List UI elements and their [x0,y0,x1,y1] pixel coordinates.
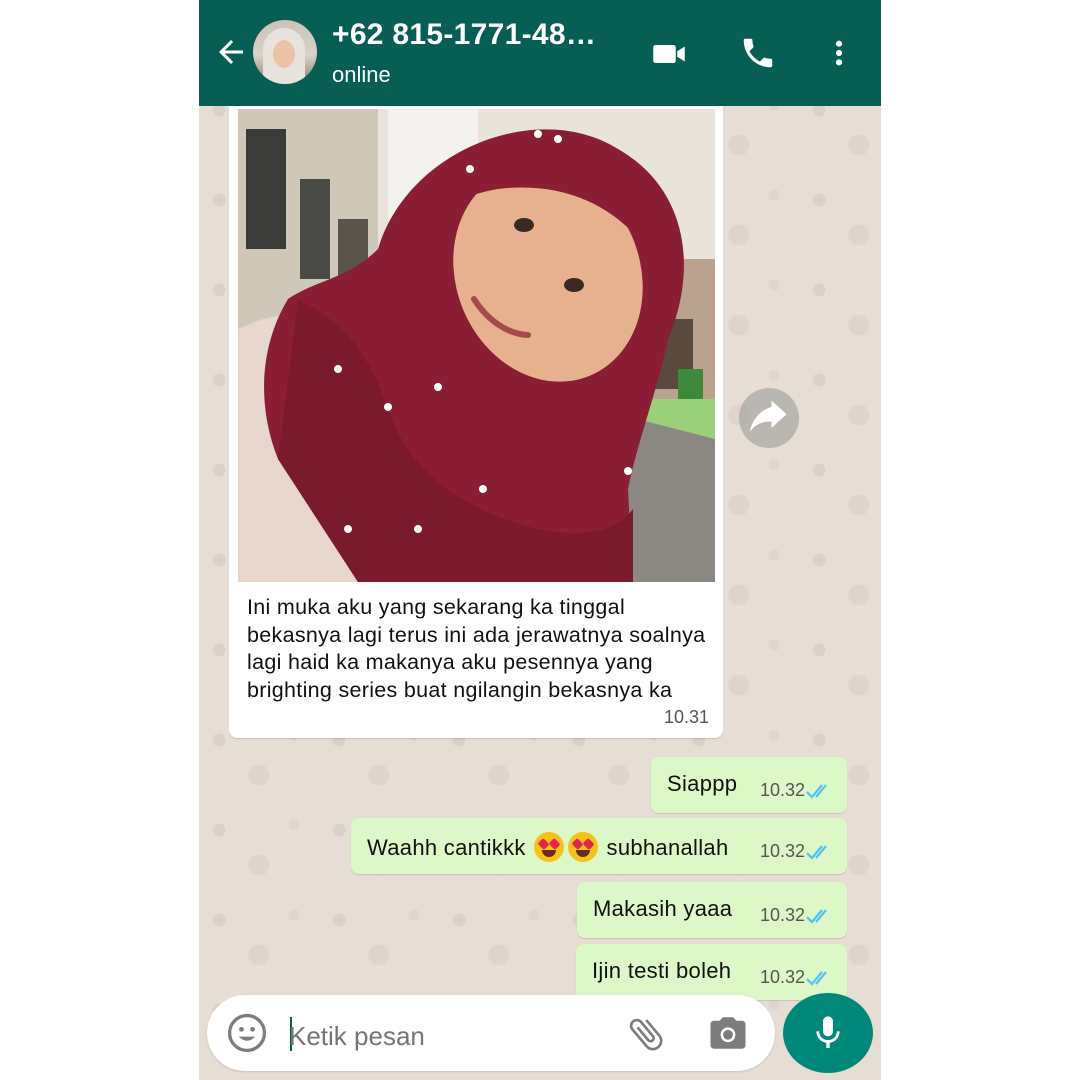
read-receipt-icon [806,784,827,799]
outgoing-message[interactable]: Makasih yaaa 10.32 [577,882,847,938]
message-text: Waahh cantikkk subhanallah [367,832,729,862]
contact-name[interactable]: +62 815-1771-48… [332,18,596,52]
outgoing-message[interactable]: Ijin testi boleh 10.32 [576,944,847,1000]
camera-icon[interactable] [707,1012,749,1054]
microphone-icon [816,1016,840,1048]
forward-button[interactable] [739,388,799,448]
message-time: 10.32 [759,905,805,925]
read-receipt-icon [806,909,827,924]
message-time: 10.32 [759,780,805,800]
outgoing-message[interactable]: Siappp 10.32 [651,757,847,813]
contact-avatar[interactable] [253,20,317,84]
message-text-part: Waahh cantikkk [367,835,526,860]
voice-record-button[interactable] [783,993,873,1073]
phone-call-icon[interactable] [739,34,777,72]
heart-eyes-emoji-icon [534,832,565,862]
message-compose-bar [207,995,775,1071]
message-text: Siappp [667,771,738,796]
message-time: 10.32 [759,967,805,987]
contact-status: online [332,62,391,87]
message-time: 10.31 [663,707,709,727]
read-receipt-icon [806,971,827,986]
read-receipt-icon [806,845,827,860]
message-time: 10.32 [759,841,805,861]
message-text: Makasih yaaa [593,896,733,921]
message-text-part: subhanallah [606,835,729,860]
emoji-icon[interactable] [225,1011,269,1055]
back-arrow-icon[interactable] [213,34,249,70]
chat-screen: +62 815-1771-48… online Ini muka aku yan… [199,0,881,1080]
shared-photo[interactable] [238,109,715,582]
incoming-image-message[interactable]: Ini muka aku yang sekarang ka tinggal be… [229,100,723,738]
heart-eyes-emoji-icon [568,832,599,862]
message-text: Ijin testi boleh [592,958,732,983]
message-input[interactable] [287,1019,611,1053]
chat-header: +62 815-1771-48… online [199,0,881,106]
video-call-icon[interactable] [647,36,691,72]
outgoing-message[interactable]: Waahh cantikkk subhanallah 10.32 [351,818,847,874]
more-options-icon[interactable] [823,34,855,72]
paperclip-icon[interactable] [625,1013,667,1055]
image-caption: Ini muka aku yang sekarang ka tinggal be… [247,595,706,702]
forward-arrow-icon [750,400,787,432]
